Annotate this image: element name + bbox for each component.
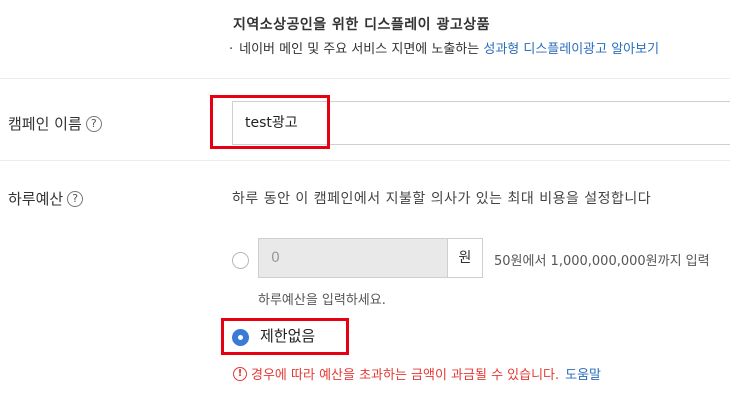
ad-product-description: · 네이버 메인 및 주요 서비스 지면에 노출하는 성과형 디스플레이광고 알아…: [229, 38, 659, 57]
ad-product-title: 지역소상공인을 위한 디스플레이 광고상품: [233, 17, 490, 33]
unlimited-label[interactable]: 제한없음: [260, 325, 315, 346]
learn-more-link[interactable]: 성과형 디스플레이광고 알아보기: [483, 42, 659, 57]
daily-budget-description: 하루 동안 이 캠페인에서 지불할 의사가 있는 최대 비용을 설정합니다: [232, 191, 652, 207]
help-link[interactable]: 도움말: [565, 364, 601, 383]
unlimited-radio[interactable]: [232, 329, 249, 346]
currency-unit: 원: [447, 238, 483, 278]
warning-text: 경우에 따라 예산을 초과하는 금액이 과금될 수 있습니다.: [251, 368, 560, 383]
daily-budget-label: 하루예산 ?: [8, 188, 84, 209]
budget-input-hint: 하루예산을 입력하세요.: [258, 293, 386, 308]
section-divider: [0, 78, 730, 79]
budget-amount-radio[interactable]: [232, 252, 249, 269]
budget-amount-input[interactable]: 0: [258, 238, 448, 278]
campaign-name-label: 캠페인 이름 ?: [8, 113, 102, 134]
campaign-name-input[interactable]: test광고: [232, 101, 730, 145]
campaign-settings-page: 지역소상공인을 위한 디스플레이 광고상품 · 네이버 메인 및 주요 서비스 지…: [0, 0, 730, 419]
ad-product-desc-text: 네이버 메인 및 주요 서비스 지면에 노출하는: [239, 42, 480, 57]
campaign-name-label-text: 캠페인 이름: [8, 115, 82, 133]
bullet: ·: [229, 42, 234, 57]
daily-budget-label-text: 하루예산: [8, 190, 64, 208]
warning-icon: !: [233, 366, 247, 381]
help-icon[interactable]: ?: [67, 190, 84, 207]
overspend-warning: ! 경우에 따라 예산을 초과하는 금액이 과금될 수 있습니다. 도움말: [233, 364, 601, 383]
budget-range-hint: 50원에서 1,000,000,000원까지 입력: [494, 254, 710, 269]
section-divider: [0, 160, 730, 161]
help-icon[interactable]: ?: [85, 115, 102, 132]
